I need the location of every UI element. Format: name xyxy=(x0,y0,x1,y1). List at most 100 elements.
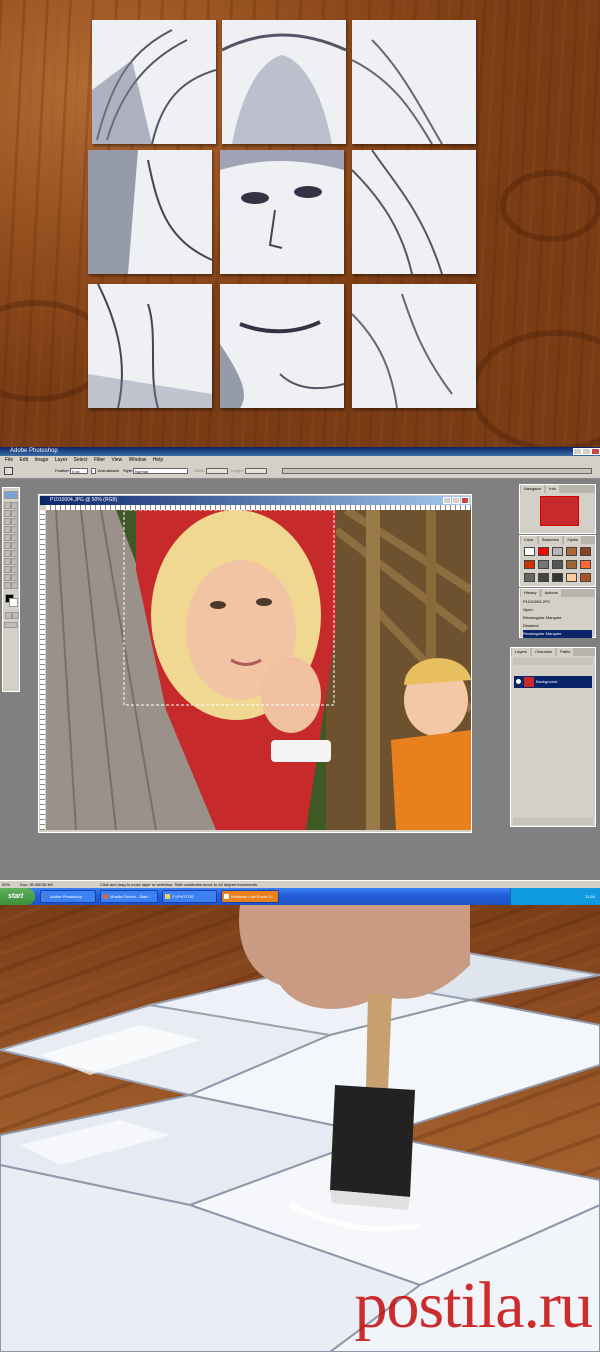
tab-layers[interactable]: Layers xyxy=(512,648,531,656)
lasso-tool-icon[interactable] xyxy=(4,510,11,517)
palette-well xyxy=(282,468,592,474)
task-firefox[interactable]: Mozilla Firefox - Start... xyxy=(100,890,158,903)
history-item-active[interactable]: Rectangular Marquee xyxy=(523,630,592,638)
notes-tool-icon[interactable] xyxy=(4,574,11,581)
color-swatch[interactable] xyxy=(580,560,591,569)
eyedropper-icon[interactable] xyxy=(11,574,18,581)
shape-tool-icon[interactable] xyxy=(11,566,18,573)
menu-help[interactable]: Help xyxy=(153,456,163,464)
tab-navigator[interactable]: Navigator xyxy=(521,485,545,493)
history-brush-icon[interactable] xyxy=(11,534,18,541)
quickmask-mode-icon[interactable] xyxy=(12,612,19,619)
doc-minimize-button[interactable] xyxy=(443,497,451,504)
menu-image[interactable]: Image xyxy=(34,456,48,464)
layer-row-background[interactable]: Background xyxy=(514,676,592,688)
menu-layer[interactable]: Layer xyxy=(55,456,68,464)
width-input[interactable] xyxy=(206,468,228,474)
tab-info[interactable]: Info xyxy=(546,485,559,493)
start-button[interactable]: start xyxy=(0,888,35,905)
task-photo-gallery[interactable]: Windows Live Photo G... xyxy=(221,890,279,903)
color-swatch[interactable] xyxy=(580,573,591,582)
layer-thumbnail xyxy=(524,677,534,687)
tab-swatches[interactable]: Swatches xyxy=(538,536,563,544)
photoshop-icon xyxy=(43,894,48,899)
history-item[interactable]: Open xyxy=(523,606,592,614)
history-tabs: History Actions xyxy=(520,589,595,597)
slice-tool-icon[interactable] xyxy=(11,518,18,525)
stamp-tool-icon[interactable] xyxy=(4,534,11,541)
toolbox xyxy=(2,487,20,692)
layers-footer-buttons[interactable] xyxy=(513,818,593,825)
color-swatch[interactable] xyxy=(552,547,563,556)
gradient-tool-icon[interactable] xyxy=(11,542,18,549)
navigator-thumbnail[interactable] xyxy=(540,496,579,526)
color-swatch[interactable] xyxy=(524,560,535,569)
color-swatch[interactable] xyxy=(524,547,535,556)
eraser-tool-icon[interactable] xyxy=(4,542,11,549)
color-swatch[interactable] xyxy=(552,573,563,582)
dodge-tool-icon[interactable] xyxy=(11,550,18,557)
pen-tool-icon[interactable] xyxy=(4,566,11,573)
blur-tool-icon[interactable] xyxy=(4,550,11,557)
document-window: P1010004.JPG @ 50% (RGB) xyxy=(38,494,472,833)
menu-file[interactable]: File xyxy=(5,456,13,464)
task-photoshop[interactable]: Adobe Photoshop xyxy=(40,890,96,903)
tab-color[interactable]: Color xyxy=(521,536,537,544)
antialiased-checkbox[interactable] xyxy=(91,468,96,474)
color-swatch[interactable] xyxy=(566,573,577,582)
tab-actions[interactable]: Actions xyxy=(541,589,561,597)
screen-mode-icon[interactable] xyxy=(4,622,18,628)
image-canvas[interactable] xyxy=(46,510,471,830)
glazing-tiles-photo: postila.ru xyxy=(0,905,600,1352)
style-select[interactable]: Normal xyxy=(133,468,188,474)
color-swatch[interactable] xyxy=(538,560,549,569)
tab-styles[interactable]: Styles xyxy=(564,536,582,544)
background-color-swatch[interactable] xyxy=(9,598,18,607)
height-input[interactable] xyxy=(245,468,267,474)
magic-wand-icon[interactable] xyxy=(11,510,18,517)
brush-tool-icon[interactable] xyxy=(11,526,18,533)
path-select-icon[interactable] xyxy=(4,558,11,565)
standard-mode-icon[interactable] xyxy=(5,612,12,619)
healing-brush-icon[interactable] xyxy=(4,526,11,533)
feather-input[interactable]: 0 px xyxy=(70,468,88,474)
mosaic-tile-8 xyxy=(220,284,344,408)
adobe-logo-icon[interactable] xyxy=(4,491,18,499)
color-swatch[interactable] xyxy=(524,573,535,582)
zoom-tool-icon[interactable] xyxy=(11,582,18,589)
color-swatch[interactable] xyxy=(566,547,577,556)
blend-mode-row[interactable] xyxy=(513,658,593,665)
tab-history[interactable]: History xyxy=(521,589,540,597)
hand-tool-icon[interactable] xyxy=(4,582,11,589)
marquee-tool-icon[interactable] xyxy=(4,502,11,509)
doc-close-button[interactable] xyxy=(461,497,469,504)
tab-paths[interactable]: Paths xyxy=(557,648,574,656)
menu-filter[interactable]: Filter xyxy=(94,456,105,464)
color-swatch[interactable] xyxy=(566,560,577,569)
history-item[interactable]: Deselect xyxy=(523,622,592,630)
type-tool-icon[interactable] xyxy=(11,558,18,565)
menu-window[interactable]: Window xyxy=(129,456,147,464)
tab-channels[interactable]: Channels xyxy=(532,648,556,656)
crop-tool-icon[interactable] xyxy=(4,518,11,525)
doc-maximize-button[interactable] xyxy=(452,497,460,504)
menu-edit[interactable]: Edit xyxy=(19,456,28,464)
history-item[interactable]: Rectangular Marquee xyxy=(523,614,592,622)
menu-select[interactable]: Select xyxy=(74,456,88,464)
task-explorer[interactable]: Z:\PHOTOS xyxy=(162,890,217,903)
history-snapshot[interactable]: P1010004.JPG xyxy=(523,598,592,606)
tray-clock[interactable]: 11:54 xyxy=(585,894,595,899)
move-tool-icon[interactable] xyxy=(11,502,18,509)
marquee-icon[interactable] xyxy=(4,467,13,475)
close-button[interactable] xyxy=(591,448,600,455)
layer-name: Background xyxy=(536,679,558,684)
minimize-button[interactable] xyxy=(573,448,582,455)
color-swatch[interactable] xyxy=(538,573,549,582)
color-swatch[interactable] xyxy=(580,547,591,556)
menu-view[interactable]: View xyxy=(111,456,122,464)
maximize-button[interactable] xyxy=(582,448,591,455)
eye-icon[interactable] xyxy=(516,679,521,684)
mosaic-tile-3 xyxy=(352,20,476,144)
color-swatch[interactable] xyxy=(552,560,563,569)
color-swatch[interactable] xyxy=(538,547,549,556)
